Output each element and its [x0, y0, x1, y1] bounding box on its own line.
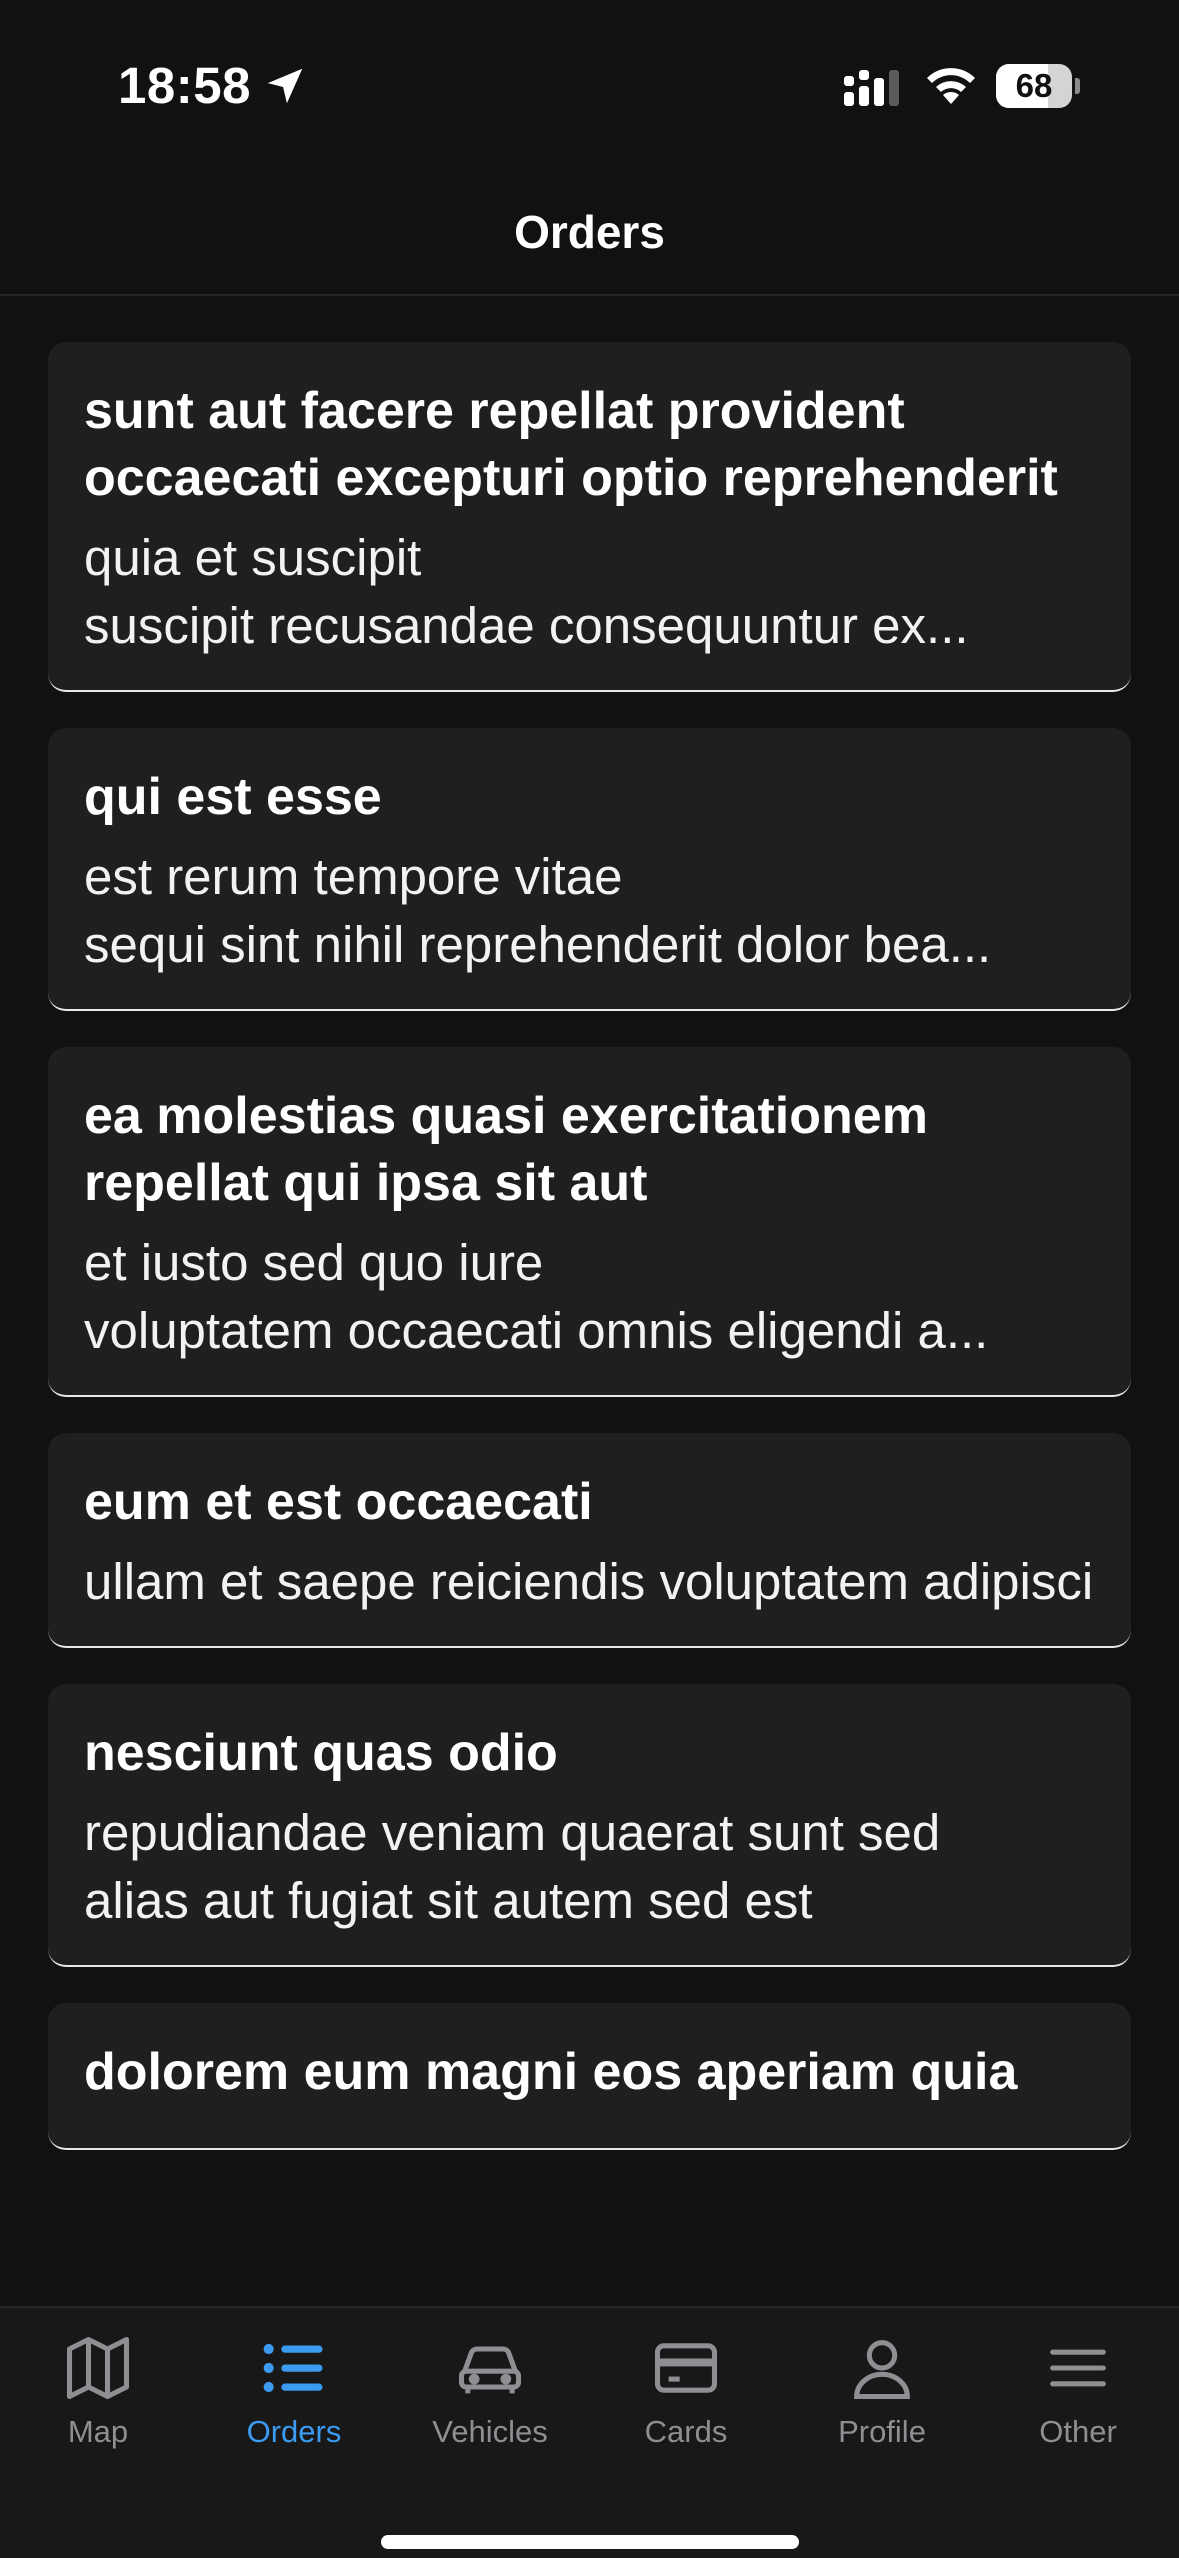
map-icon	[66, 2336, 130, 2400]
page-title: Orders	[514, 206, 665, 258]
tab-label-orders: Orders	[246, 2414, 342, 2449]
navigation-header: Orders	[0, 150, 1179, 296]
tab-label-cards: Cards	[644, 2414, 728, 2449]
location-arrow-icon	[267, 68, 303, 104]
tab-vehicles[interactable]: Vehicles	[392, 2330, 588, 2480]
order-card[interactable]: nesciunt quas odio repudiandae veniam qua…	[48, 1684, 1131, 1967]
menu-icon	[1050, 2349, 1106, 2387]
order-card[interactable]: dolorem eum magni eos aperiam quia	[48, 2003, 1131, 2150]
tab-label-profile: Profile	[838, 2414, 926, 2449]
order-body: quia et suscipit suscipit recusandae con…	[84, 529, 969, 654]
order-title: qui est esse	[84, 768, 382, 826]
wifi-icon	[927, 68, 975, 104]
order-card[interactable]: sunt aut facere repellat provident occae…	[48, 342, 1131, 692]
battery-level: 68	[1015, 67, 1053, 104]
order-body: est rerum tempore vitae sequi sint nihil…	[84, 848, 992, 973]
order-title: eum et est occaecati	[84, 1473, 593, 1531]
car-icon	[458, 2346, 522, 2394]
tab-label-other: Other	[1039, 2414, 1117, 2449]
home-indicator[interactable]	[381, 2535, 799, 2549]
order-body: ullam et saepe reiciendis voluptatem adi…	[84, 1553, 1094, 1610]
tab-bar: Map Orders Vehicles Cards Profile Other	[0, 2306, 1179, 2558]
credit-card-icon	[654, 2343, 718, 2393]
order-card[interactable]: eum et est occaecati ullam et saepe reici…	[48, 1433, 1131, 1648]
tab-cards[interactable]: Cards	[588, 2330, 784, 2480]
orders-list: sunt aut facere repellat provident occae…	[48, 342, 1131, 2186]
tab-label-vehicles: Vehicles	[432, 2414, 548, 2449]
order-body: repudiandae veniam quaerat sunt sed alia…	[84, 1804, 941, 1929]
tab-profile[interactable]: Profile	[784, 2330, 980, 2480]
order-title: ea molestias quasi exercitationem repell…	[84, 1087, 928, 1212]
status-time: 18:58	[118, 57, 251, 114]
orders-list-viewport[interactable]: sunt aut facere repellat provident occae…	[0, 296, 1179, 2258]
order-title: sunt aut facere repellat provident occae…	[84, 382, 1058, 507]
tab-other[interactable]: Other	[980, 2330, 1176, 2480]
tab-orders[interactable]: Orders	[196, 2330, 392, 2480]
order-body: et iusto sed quo iure voluptatem occaeca…	[84, 1234, 989, 1359]
cellular-signal-icon	[844, 70, 899, 106]
order-card[interactable]: qui est esse est rerum tempore vitae sequ…	[48, 728, 1131, 1011]
status-bar: 18:58 68	[0, 0, 1179, 150]
order-card[interactable]: ea molestias quasi exercitationem repell…	[48, 1047, 1131, 1397]
battery-indicator: 68	[996, 64, 1080, 108]
person-icon	[854, 2340, 910, 2400]
tab-map[interactable]: Map	[0, 2330, 196, 2480]
list-icon	[263, 2343, 323, 2393]
order-title: nesciunt quas odio	[84, 1724, 558, 1782]
order-title: dolorem eum magni eos aperiam quia	[84, 2043, 1018, 2101]
tab-label-map: Map	[67, 2414, 129, 2449]
